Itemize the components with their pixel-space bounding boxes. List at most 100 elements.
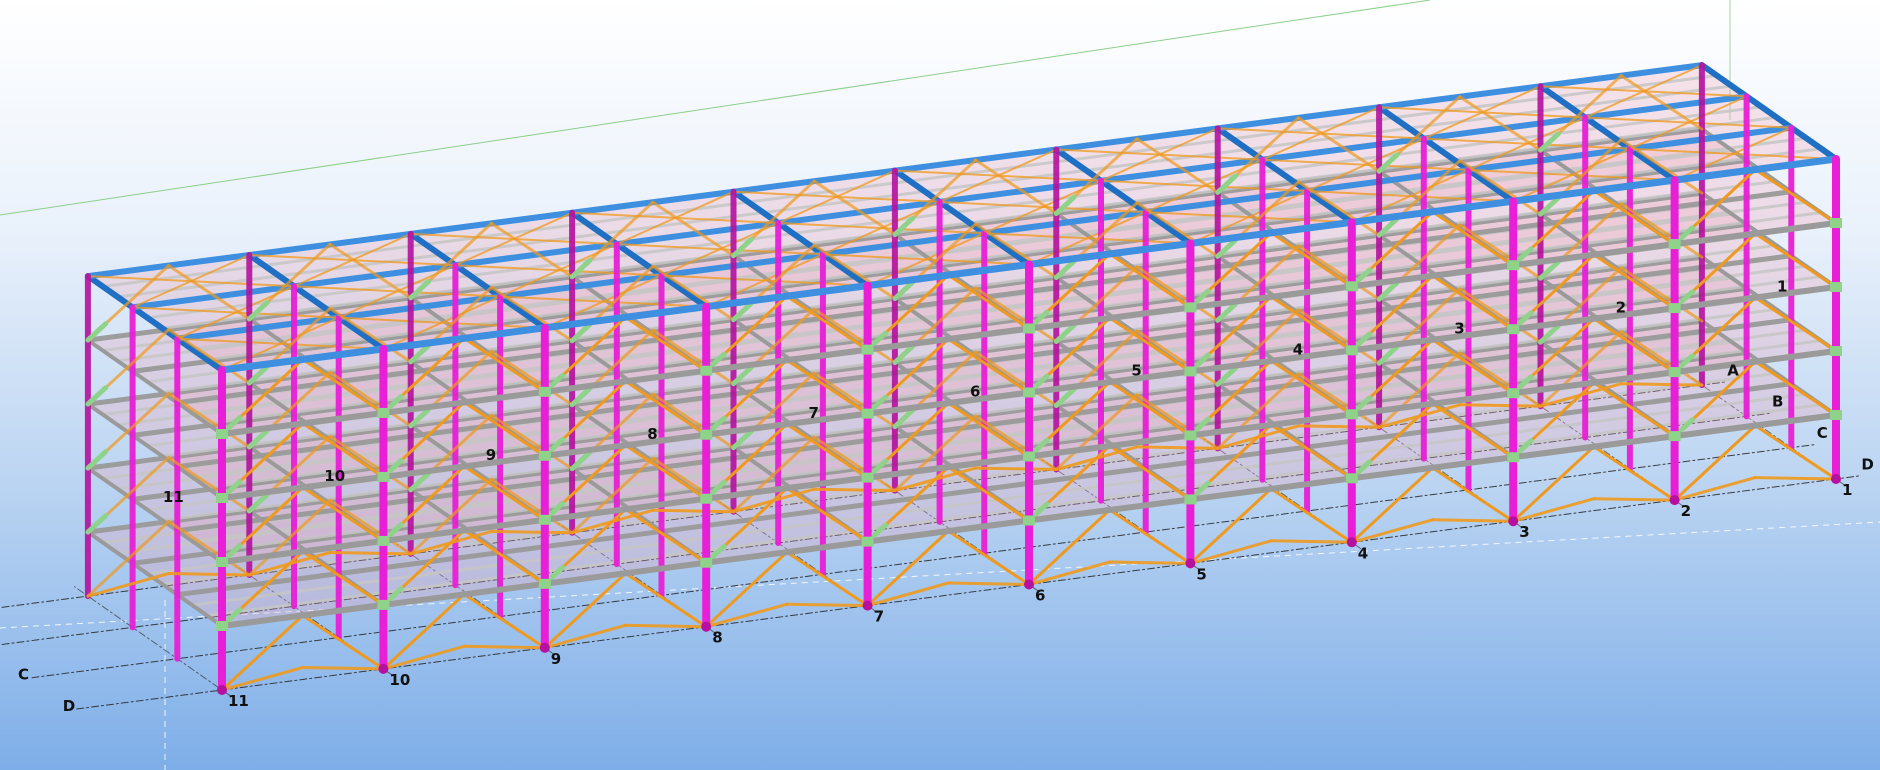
beam-column-connection [700, 557, 713, 568]
ground-brace [1753, 476, 1838, 481]
beam-column-connection [861, 536, 874, 547]
column-base [1831, 474, 1841, 484]
ground-brace [812, 487, 897, 493]
grid-label-C-right: C [1817, 424, 1828, 442]
ground-brace [624, 623, 708, 629]
beam-column-connection [1507, 324, 1520, 335]
beam-column-connection [1507, 452, 1520, 463]
column-base [1346, 537, 1357, 548]
beam-column-connection [377, 407, 390, 418]
beam-column-connection [1668, 239, 1681, 250]
grid-label-11-front: 11 [228, 692, 249, 710]
grid-label-6-front: 6 [1035, 587, 1045, 605]
beam-column-connection [1830, 218, 1842, 228]
grid-label-11-inside: 11 [163, 488, 184, 506]
beam-column-connection [538, 450, 551, 461]
chevron-brace [785, 550, 870, 608]
beam-column-connection [1668, 303, 1681, 314]
grid-label-9-inside: 9 [486, 446, 496, 464]
ground-brace [1619, 382, 1704, 387]
grid-label-C-left: C [18, 666, 29, 684]
chevron-brace [1431, 466, 1515, 523]
grid-label-2-inside: 2 [1616, 298, 1626, 316]
grid-label-4-front: 4 [1358, 544, 1368, 562]
grid-label-5-inside: 5 [1131, 362, 1141, 380]
beam-column-connection [1507, 388, 1520, 399]
grid-label-1-front: 1 [1842, 481, 1852, 499]
chevron-brace [1269, 487, 1354, 544]
grid-label-3-inside: 3 [1454, 320, 1464, 338]
chevron-brace [946, 529, 1031, 586]
beam-column-connection [1023, 515, 1035, 526]
beam-column-connection [1830, 282, 1842, 292]
beam-column-connection [1184, 302, 1197, 313]
beam-column-connection [1830, 346, 1842, 356]
beam-column-connection [1345, 345, 1358, 356]
beam-column-connection [377, 599, 390, 610]
ground-brace [462, 644, 547, 650]
ground-brace [1296, 424, 1381, 429]
grid-label-6-inside: 6 [970, 383, 980, 401]
beam-column-connection [1830, 410, 1842, 420]
ground-brace [1458, 403, 1542, 408]
model-viewport[interactable]: 11109876543211110987654321DCBADCBA [0, 0, 1880, 770]
ground-brace [1135, 445, 1220, 450]
chevron-brace [624, 571, 708, 629]
grid-label-10-front: 10 [389, 671, 410, 689]
beam-column-connection [377, 471, 390, 482]
grid-label-3-front: 3 [1519, 523, 1529, 541]
grid-label-D-right: D [1861, 455, 1873, 473]
structural-model: 11109876543211110987654321DCBADCBA [0, 0, 1880, 770]
beam-column-connection [216, 493, 228, 503]
grid-label-4-inside: 4 [1293, 341, 1303, 359]
beam-column-connection [377, 535, 390, 546]
beam-column-connection [1023, 387, 1035, 398]
chevron-brace [301, 614, 385, 671]
beam-column-connection [216, 621, 228, 631]
beam-column-connection [861, 472, 874, 483]
column-base [701, 621, 712, 632]
beam-column-connection [216, 557, 228, 567]
ground-brace [1431, 518, 1515, 523]
ground-brace [489, 529, 574, 535]
beam-column-connection [700, 429, 713, 440]
ground-brace [328, 551, 413, 556]
beam-column-connection [1668, 431, 1681, 442]
column-base [1669, 495, 1680, 506]
grid-label-8-inside: 8 [647, 425, 657, 443]
column-base [1024, 579, 1034, 590]
ground-brace [167, 572, 251, 577]
beam-column-connection [1184, 494, 1197, 505]
ground-brace [301, 666, 385, 671]
beam-column-connection [1023, 323, 1035, 334]
beam-column-connection [1184, 430, 1197, 441]
grid-label-D-left: D [63, 697, 75, 715]
grid-label-5-front: 5 [1196, 565, 1206, 583]
ground-brace [946, 581, 1031, 586]
grid-label-7-inside: 7 [809, 404, 819, 422]
column-base [539, 642, 550, 653]
ground-brace [1592, 497, 1677, 502]
beam-column-connection [1345, 473, 1358, 484]
beam-column-connection [1023, 451, 1035, 462]
grid-label-9-front: 9 [551, 650, 561, 668]
column-base [378, 663, 389, 674]
column-base [862, 600, 873, 611]
grid-label-A-right: A [1727, 361, 1739, 379]
grid-label-2-front: 2 [1681, 502, 1691, 520]
ground-brace [1269, 539, 1354, 544]
column-base [1508, 516, 1519, 527]
ground-brace [651, 508, 735, 514]
beam-column-connection [1507, 260, 1520, 271]
ground-brace [974, 466, 1058, 471]
beam-column-connection [1668, 367, 1681, 378]
beam-column-connection [538, 514, 551, 525]
chevron-brace [1108, 508, 1192, 565]
ground-brace [1108, 560, 1192, 565]
column-base [217, 685, 227, 695]
grid-label-8-front: 8 [712, 629, 722, 647]
beam-column-connection [538, 386, 551, 397]
beam-column-connection [1345, 281, 1358, 292]
grid-label-10-inside: 10 [324, 467, 345, 485]
chevron-brace [462, 592, 547, 650]
